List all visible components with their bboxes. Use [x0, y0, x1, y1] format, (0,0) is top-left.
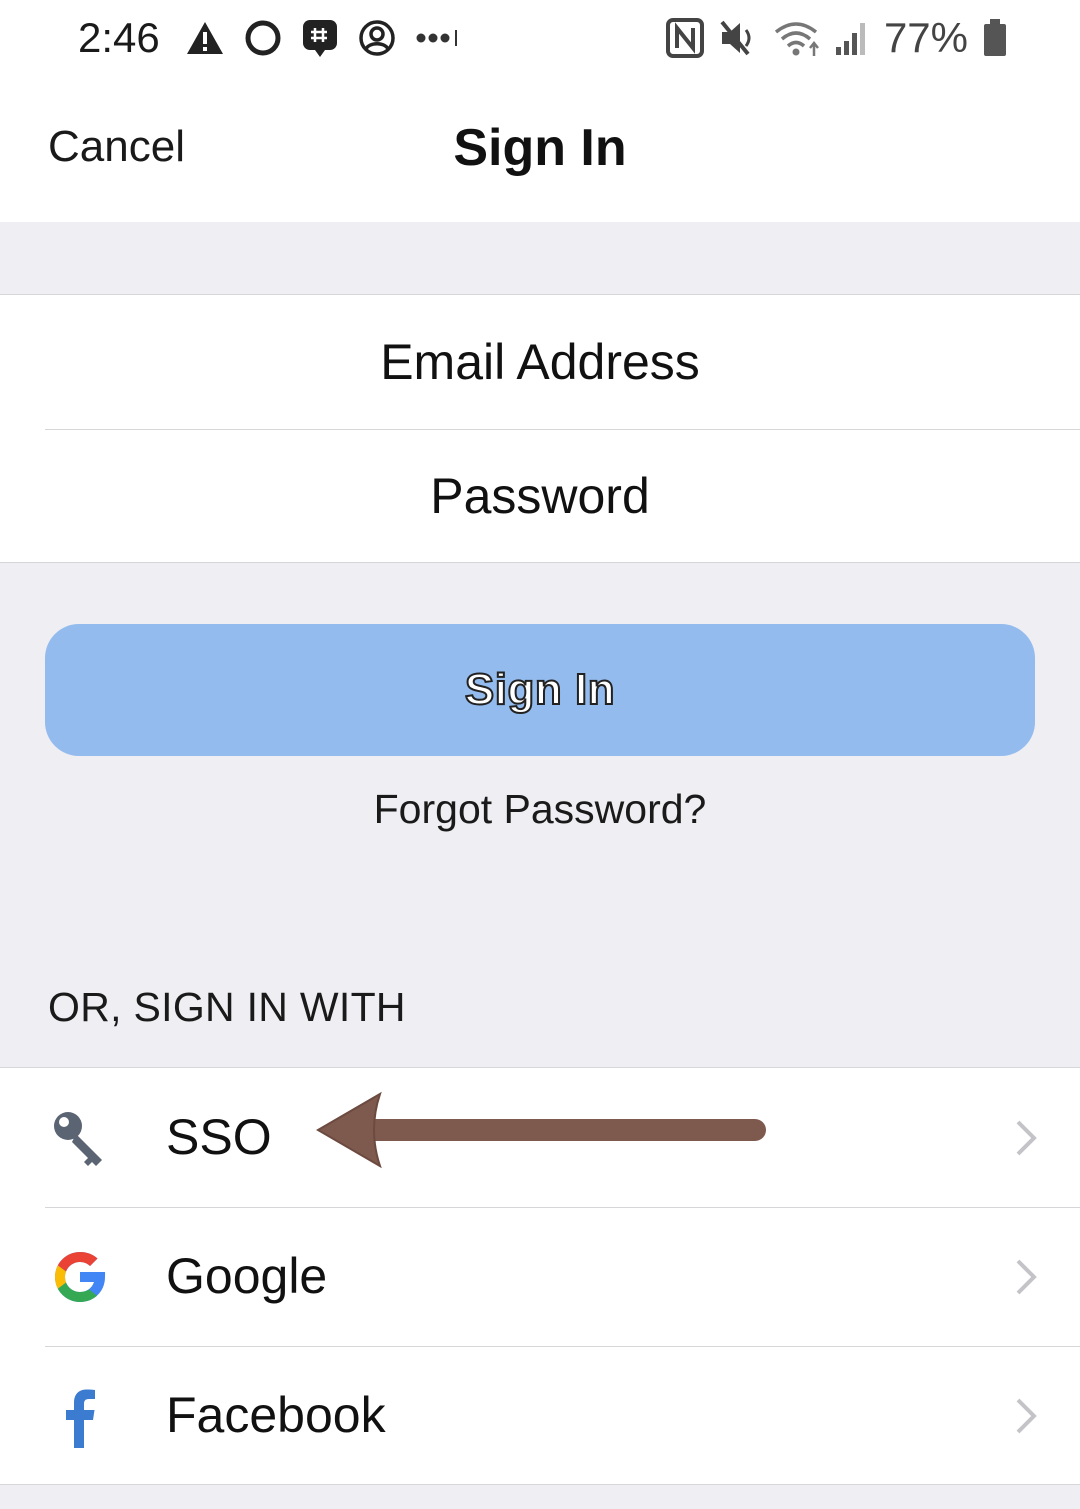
battery-icon: [984, 19, 1006, 56]
account-circle-icon: [359, 20, 395, 56]
provider-label-sso: SSO: [166, 1109, 272, 1165]
password-field[interactable]: Password: [0, 429, 1080, 563]
page-title: Sign In: [453, 119, 627, 177]
key-icon: [54, 1112, 102, 1166]
status-bar: 2:46 77%: [0, 0, 1080, 80]
battery-percent: 77%: [883, 14, 968, 61]
alt-signin-heading: OR, SIGN IN WITH: [48, 984, 406, 1030]
forgot-password-link[interactable]: Forgot Password?: [0, 786, 1080, 833]
status-time: 2:46: [78, 14, 160, 61]
sign-in-button-label: Sign In: [464, 664, 616, 715]
provider-row-facebook[interactable]: Facebook: [0, 1346, 1080, 1485]
nfc-icon: [665, 18, 704, 58]
status-right: 77%: [665, 14, 1008, 62]
provider-label-google: Google: [166, 1248, 328, 1304]
nav-bar: Cancel Sign In: [0, 80, 1080, 222]
facebook-logo-icon: [66, 1389, 95, 1448]
email-field[interactable]: Email Address: [0, 295, 1080, 429]
signal-icon: [835, 23, 865, 55]
warning-icon: [187, 22, 223, 54]
google-logo-icon: [55, 1252, 106, 1302]
credentials-form: Email Address Password: [0, 294, 1080, 563]
provider-label-facebook: Facebook: [166, 1387, 386, 1443]
ring-icon: [245, 20, 281, 56]
hashtag-chat-icon: [303, 20, 337, 57]
chevron-right-icon: [1016, 1398, 1037, 1434]
more-dots-icon: [416, 30, 457, 46]
wifi-icon: [774, 22, 819, 56]
mute-icon: [720, 20, 751, 56]
annotation-arrow: [316, 1091, 766, 1169]
chevron-right-icon: [1016, 1259, 1037, 1295]
status-left-icons: [185, 16, 461, 60]
provider-row-google[interactable]: Google: [0, 1207, 1080, 1346]
sign-in-button[interactable]: Sign In: [45, 624, 1035, 756]
chevron-right-icon: [1016, 1120, 1037, 1156]
